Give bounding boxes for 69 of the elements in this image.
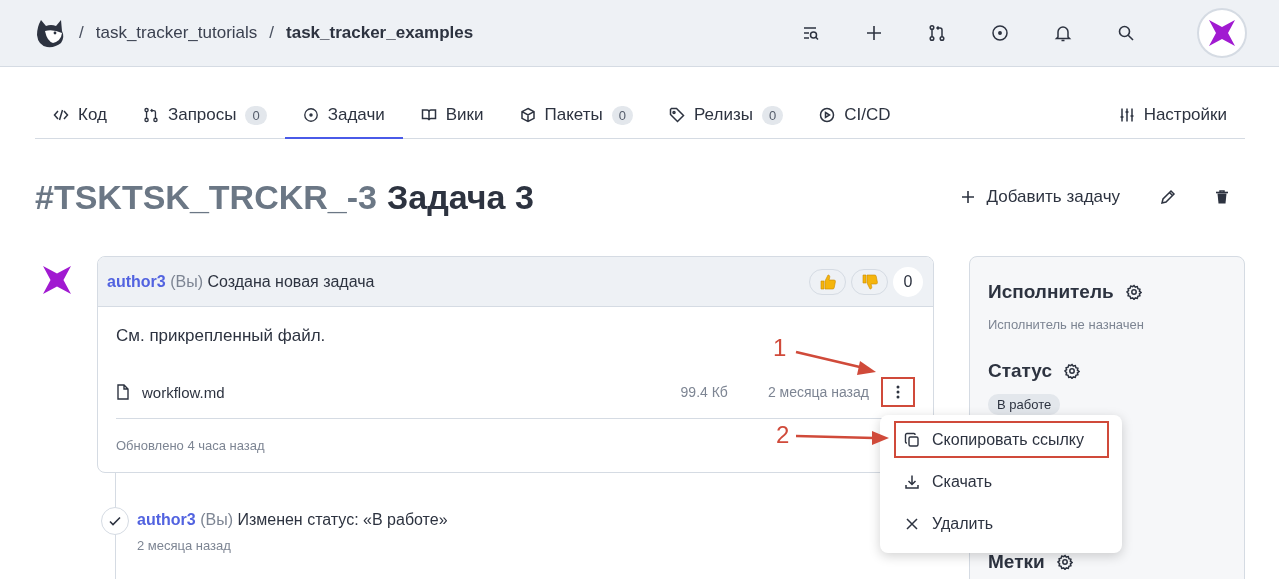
updated-text: Обновлено 4 часа назад [116, 438, 265, 453]
close-icon [904, 515, 920, 532]
issue-number: #TSKTSK_TRCKR_-3 [35, 177, 377, 217]
event-date: 2 месяца назад [137, 538, 232, 553]
download-icon [904, 473, 920, 490]
settings-icon[interactable] [1064, 363, 1081, 379]
file-size: 99.4 Кб [680, 384, 728, 400]
pencil-icon[interactable] [1160, 189, 1176, 205]
status-tag: В работе [988, 394, 1061, 415]
pull-request-icon [142, 107, 159, 123]
thumbs-up-icon [818, 272, 837, 291]
section-title: Метки [988, 551, 1045, 573]
search-icon[interactable] [1117, 24, 1135, 42]
package-icon [519, 107, 536, 123]
more-icon [896, 385, 900, 399]
settings-tab[interactable]: Настройки [1100, 100, 1245, 138]
menu-item[interactable]: Удалить [894, 505, 1109, 542]
menu-item[interactable]: Скопировать ссылку [894, 421, 1109, 458]
breadcrumb-link[interactable]: task_tracker_examples [286, 23, 474, 43]
pull-request-icon[interactable] [928, 24, 946, 42]
settings-icon[interactable] [1056, 554, 1073, 570]
plus-icon [960, 190, 975, 204]
issue-icon [302, 106, 319, 123]
annotation-number: 2 [776, 421, 790, 449]
nav-tab[interactable]: CI/CD [801, 100, 909, 138]
section-title: Статус [988, 360, 1053, 382]
more-button[interactable] [881, 377, 915, 407]
user-avatar[interactable] [1197, 8, 1247, 58]
file-date: 2 месяца назад [767, 384, 869, 400]
sliders-icon [1118, 107, 1135, 123]
breadcrumb-separator: / [269, 23, 275, 43]
search-list-icon[interactable] [802, 24, 820, 42]
author-link[interactable]: author3 [137, 511, 196, 528]
count-badge: 0 [245, 105, 267, 125]
section-title: Исполнитель [988, 281, 1114, 303]
user-avatar [43, 266, 71, 294]
comment-header-text: author3 (Вы) Создана новая задача [107, 272, 376, 291]
play-icon [819, 107, 836, 123]
nav-tab[interactable]: Пакеты 0 [501, 100, 651, 138]
thumbs-down-icon [860, 272, 879, 291]
issue-title: Задача 3 [386, 177, 534, 217]
breadcrumb-link[interactable]: task_tracker_tutorials [95, 23, 258, 43]
bell-icon[interactable] [1054, 24, 1072, 42]
reaction-count: 0 [893, 266, 923, 297]
attachment-link[interactable]: workflow.md [142, 383, 681, 401]
assignee-text: Исполнитель не назначен [988, 317, 1145, 332]
annotation-number: 1 [773, 334, 787, 362]
settings-icon[interactable] [1125, 284, 1142, 300]
issue-icon[interactable] [991, 24, 1009, 42]
tag-icon [669, 107, 685, 123]
nav-tab[interactable]: Задачи [284, 100, 403, 139]
code-icon [53, 107, 69, 123]
count-badge: 0 [761, 105, 784, 125]
breadcrumb-separator: / [79, 23, 84, 43]
nav-tab[interactable]: Вики [402, 100, 502, 138]
copy-icon [904, 431, 920, 448]
book-icon [420, 107, 437, 123]
nav-tab[interactable]: Запросы 0 [124, 100, 285, 138]
event-text: author3 (Вы) Изменен статус: «В работе» [137, 511, 448, 529]
plus-icon[interactable] [865, 24, 883, 42]
nav-tab[interactable]: Код [35, 100, 125, 138]
trash-icon[interactable] [1214, 189, 1230, 205]
file-icon [116, 384, 130, 400]
add-issue-button[interactable]: Добавить задачу [960, 187, 1120, 207]
menu-item[interactable]: Скачать [894, 463, 1109, 500]
count-badge: 0 [611, 105, 633, 125]
comment-text: См. прикрепленный файл. [116, 326, 327, 346]
nav-tab[interactable]: Релизы 0 [651, 100, 802, 138]
author-link[interactable]: author3 [107, 272, 166, 290]
